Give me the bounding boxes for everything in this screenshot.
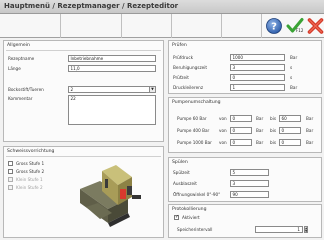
oeffnungswinkel-input[interactable]: 90 <box>230 191 269 198</box>
gross-stufe-2-label: Gross Stufe 2 <box>16 169 45 174</box>
pruefen-panel: Prüfen Prüfdruck 1000 Bar Beruhigungszei… <box>168 40 322 94</box>
svg-text:?: ? <box>271 22 277 33</box>
speicherintervall-spinner[interactable]: ▲ ▼ <box>304 226 308 233</box>
schweiss-title: Schweissvorrichtung <box>7 149 55 154</box>
pruefdruck-label: Prüfdruck <box>173 55 194 60</box>
bocksstift-label: Bocksstift/Tueren <box>8 87 44 92</box>
allgemein-divider <box>6 50 161 51</box>
allgemein-panel: Allgemein Rezeptname Inbetriebnahme Läng… <box>3 40 164 142</box>
protokoll-panel: Protokollierung Aktiviert Speicherinterv… <box>168 204 322 238</box>
druckleilerenz-label: Druckleilerenz <box>173 85 204 90</box>
pruefzeit-input[interactable]: 0 <box>230 74 285 81</box>
toolbar-slot-2 <box>61 14 122 38</box>
klein-stufe-1-label: Klein Stufe 1 <box>16 177 43 182</box>
schweiss-panel: Schweissvorrichtung Gross Stufe 1 Gross … <box>3 146 164 238</box>
beruhigungszeit-input[interactable]: 3 <box>230 64 285 71</box>
page-title: Hauptmenü / Rezeptmanager / Rezepteditor <box>4 2 179 10</box>
laenge-label: Länge <box>8 66 21 71</box>
pumpe-60-bis: bis <box>270 116 277 121</box>
rezeptname-label: Rezeptname <box>8 56 35 61</box>
pumpe-60-label: Pumpe 60 Bar <box>177 116 207 121</box>
pumpe-400-von: von <box>219 128 227 133</box>
ok-button[interactable]: F12 <box>286 17 304 35</box>
klein-stufe-1-checkbox <box>8 177 13 182</box>
rezeptname-input[interactable]: Inbetriebnahme <box>68 55 156 62</box>
spulen-panel: Spülen Spülzeit 5 Ausblaszeit 3 Öffnungs… <box>168 157 322 202</box>
klein-stufe-2-label: Klein Stufe 2 <box>16 185 43 190</box>
pumpe-1000-to-unit: Bar <box>306 140 314 145</box>
pruefdruck-input[interactable]: 1000 <box>230 54 285 61</box>
protokoll-title: Protokollierung <box>172 207 207 212</box>
spulen-title: Spülen <box>172 160 188 165</box>
pumpe-60-to-unit: Bar <box>306 116 314 121</box>
kommentar-label: Kommentar <box>8 96 33 101</box>
pumpe-60-from-input[interactable]: 0 <box>230 115 252 122</box>
kommentar-textarea[interactable]: 22 <box>68 95 156 125</box>
ok-shortcut-label: F12 <box>296 28 304 33</box>
pumpe-400-bis: bis <box>270 128 277 133</box>
toolbar: ? F12 <box>0 14 324 38</box>
pumpe-1000-label: Pumpe 1000 Bar <box>177 140 212 145</box>
pumpen-panel: Pumpenumschaltung Pumpe 60 Bar von 0 Bar… <box>168 97 322 153</box>
speicherintervall-label: Speicherintervall <box>177 227 213 232</box>
close-x-icon <box>307 18 324 34</box>
schweiss-divider <box>6 156 161 157</box>
pumpe-400-to-input[interactable]: 0 <box>279 127 301 134</box>
pumpe-400-label: Pumpe 400 Bar <box>177 128 210 133</box>
pumpe-400-to-unit: Bar <box>306 128 314 133</box>
bocksstift-select[interactable]: 2 ▼ <box>68 86 156 93</box>
pumpe-400-from-input[interactable]: 0 <box>230 127 252 134</box>
pruefen-title: Prüfen <box>172 43 187 48</box>
pruefdruck-unit: Bar <box>290 55 298 60</box>
ausblaszeit-label: Ausblaszeit <box>173 181 197 186</box>
ausblaszeit-input[interactable]: 3 <box>230 180 269 187</box>
gross-stufe-1-checkbox[interactable] <box>8 161 13 166</box>
help-circle-icon: ? <box>266 18 282 34</box>
pumpe-1000-from-input[interactable]: 0 <box>230 139 252 146</box>
pruefzeit-unit: s <box>290 75 293 80</box>
toolbar-slot-4 <box>172 14 222 38</box>
welding-device-image <box>80 165 141 227</box>
pumpe-60-von: von <box>219 116 227 121</box>
pumpe-60-from-unit: Bar <box>256 116 264 121</box>
pumpe-1000-from-unit: Bar <box>256 140 264 145</box>
spuelzeit-input[interactable]: 5 <box>230 169 269 176</box>
pumpe-1000-von: von <box>219 140 227 145</box>
druckleilerenz-unit: Bar <box>290 85 298 90</box>
title-bar: Hauptmenü / Rezeptmanager / Rezepteditor <box>0 0 324 14</box>
speicherintervall-input[interactable]: 1 <box>255 226 303 233</box>
close-button[interactable] <box>307 17 324 35</box>
toolbar-slot-1 <box>0 14 61 38</box>
oeffnungswinkel-label: Öffnungswinkel 0°-90° <box>173 192 221 197</box>
aktiviert-checkbox[interactable] <box>174 214 179 220</box>
klein-stufe-2-checkbox <box>8 185 13 190</box>
toolbar-slot-3 <box>122 14 172 38</box>
help-button[interactable]: ? <box>265 17 283 35</box>
gross-stufe-2-checkbox[interactable] <box>8 169 13 174</box>
pruefzeit-label: Prüfzeit <box>173 75 189 80</box>
laenge-input[interactable]: 11,0 <box>68 65 156 72</box>
beruhigungszeit-unit: s <box>290 65 293 70</box>
pumpe-1000-to-input[interactable]: 0 <box>279 139 301 146</box>
chevron-down-icon: ▼ <box>149 87 155 92</box>
aktiviert-label: Aktiviert <box>182 215 200 220</box>
spuelzeit-label: Spülzeit <box>173 170 190 175</box>
gross-stufe-1-label: Gross Stufe 1 <box>16 161 45 166</box>
beruhigungszeit-label: Beruhigungszeit <box>173 65 208 70</box>
allgemein-title: Allgemein <box>7 43 30 48</box>
pumpen-title: Pumpenumschaltung <box>172 100 221 105</box>
druckleilerenz-input[interactable]: 1 <box>230 84 285 91</box>
pumpe-60-to-input[interactable]: 60 <box>279 115 301 122</box>
pumpe-400-from-unit: Bar <box>256 128 264 133</box>
bocksstift-value: 2 <box>70 87 74 92</box>
pumpe-1000-bis: bis <box>270 140 277 145</box>
toolbar-slot-5 <box>222 14 262 38</box>
